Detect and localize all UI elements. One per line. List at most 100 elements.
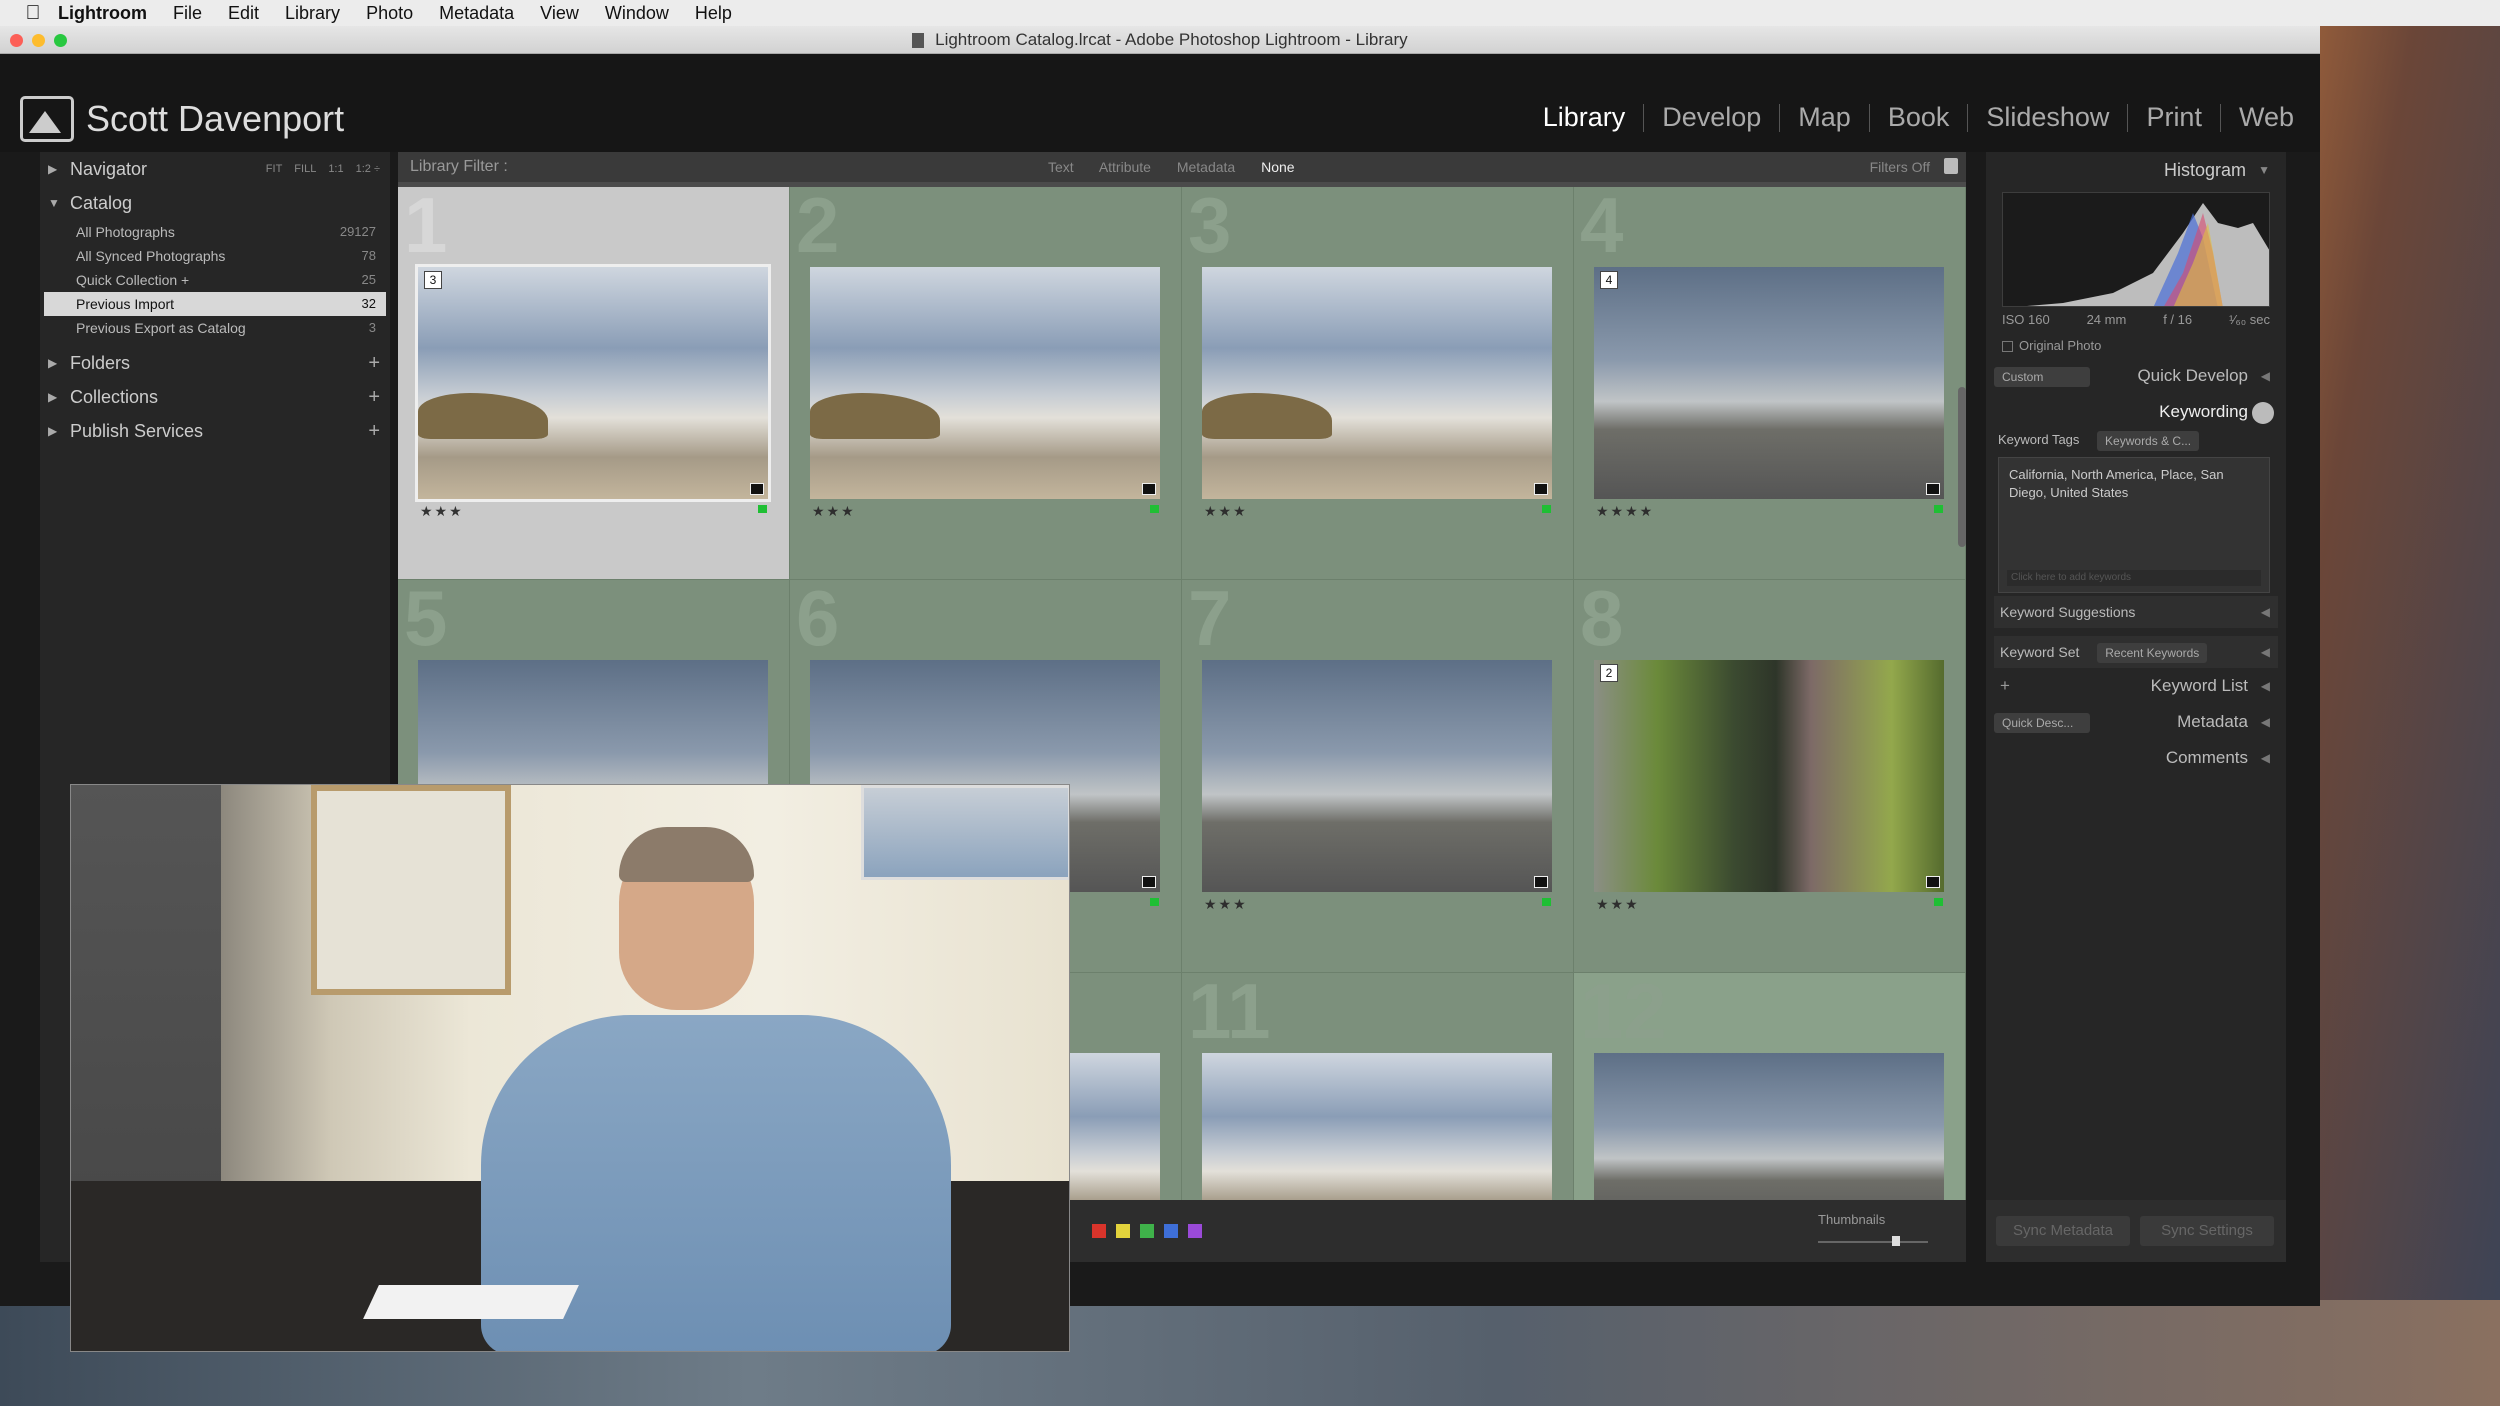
photo-thumbnail[interactable] [1202,660,1552,892]
badge-icon[interactable] [1534,483,1548,495]
navigator-header[interactable]: ▶ Navigator FIT FILL 1:1 1:2 ÷ [40,152,390,186]
slider-track[interactable] [1818,1236,1928,1246]
badge-icon[interactable] [750,483,764,495]
badge-icon[interactable] [1534,876,1548,888]
module-book[interactable]: Book [1870,102,1968,133]
module-map[interactable]: Map [1780,102,1869,133]
sync-settings-button[interactable]: Sync Settings [2140,1216,2274,1246]
badge-icon[interactable] [1142,483,1156,495]
add-publish-service-icon[interactable]: + [368,414,380,448]
menu-view[interactable]: View [540,3,579,24]
zoom-fill[interactable]: FILL [294,163,316,175]
lock-icon[interactable] [1944,158,1958,174]
menu-file[interactable]: File [173,3,202,24]
module-web[interactable]: Web [2221,102,2312,133]
catalog-item-quick-collection[interactable]: Quick Collection + 25 [44,268,386,292]
star-rating[interactable]: ★★★ [1596,896,1640,913]
keyword-tags-dropdown[interactable]: Keywords & C... [2097,430,2200,451]
catalog-item-all-synced[interactable]: All Synced Photographs 78 [44,244,386,268]
label-yellow-button[interactable] [1116,1224,1130,1238]
filters-off-toggle[interactable]: Filters Off [1870,152,1930,182]
zoom-fit[interactable]: FIT [266,163,283,175]
add-folder-icon[interactable]: + [368,346,380,380]
badge-icon[interactable] [1926,876,1940,888]
grid-cell[interactable]: 8 2 ★★★ [1574,580,1966,973]
catalog-item-all-photographs[interactable]: All Photographs 29127 [44,220,386,244]
catalog-item-previous-import[interactable]: Previous Import 32 [44,292,386,316]
label-green-button[interactable] [1140,1224,1154,1238]
label-blue-button[interactable] [1164,1224,1178,1238]
metadata-preset-dropdown[interactable]: Quick Desc... [1994,712,2090,733]
menu-lightroom[interactable]: Lightroom [58,3,147,24]
checkbox-icon[interactable] [2002,341,2013,353]
filter-metadata[interactable]: Metadata [1177,159,1235,175]
original-photo-checkbox[interactable]: Original Photo [2002,338,2101,353]
zoom-1-2[interactable]: 1:2 ÷ [356,163,380,175]
publish-services-header[interactable]: ▶ Publish Services + [40,414,390,448]
grid-cell[interactable]: 12 [1574,973,1966,1235]
star-rating[interactable]: ★★★ [1204,503,1248,520]
menu-edit[interactable]: Edit [228,3,259,24]
filter-attribute[interactable]: Attribute [1099,159,1151,175]
photo-thumbnail[interactable]: 2 [1594,660,1944,892]
grid-cell[interactable]: 4 4 ★★★★ [1574,187,1966,580]
module-library[interactable]: Library [1525,102,1644,133]
apple-icon[interactable]:  [22,2,44,24]
photo-thumbnail[interactable] [810,267,1160,499]
identity-plate[interactable]: Scott Davenport [20,96,344,142]
cell-index: 6 [796,580,840,662]
minimize-button[interactable] [32,34,45,47]
menu-library[interactable]: Library [285,3,340,24]
star-rating[interactable]: ★★★ [812,503,856,520]
expand-triangle-icon: ◀ [2260,369,2270,383]
badge-icon[interactable] [1926,483,1940,495]
module-print[interactable]: Print [2128,102,2220,133]
add-keyword-input[interactable]: Click here to add keywords [2007,570,2261,586]
label-purple-button[interactable] [1188,1224,1202,1238]
photo-thumbnail[interactable]: 3 [415,264,771,502]
add-keyword-icon[interactable]: + [2000,676,2010,695]
keywords-text: California, North America, Place, San Di… [2009,467,2224,500]
zoom-1-1[interactable]: 1:1 [328,163,343,175]
photo-thumbnail[interactable]: 4 [1594,267,1944,499]
collections-header[interactable]: ▶ Collections + [40,380,390,414]
menu-window[interactable]: Window [605,3,669,24]
filter-none[interactable]: None [1261,159,1294,175]
quick-develop-header[interactable]: Custom Quick Develop ◀ [1994,360,2278,392]
menu-help[interactable]: Help [695,3,732,24]
zoom-button[interactable] [54,34,67,47]
menu-photo[interactable]: Photo [366,3,413,24]
grid-cell[interactable]: 2 ★★★ [790,187,1182,580]
add-collection-icon[interactable]: + [368,380,380,414]
slider-thumb[interactable] [1892,1236,1900,1246]
sync-metadata-button[interactable]: Sync Metadata [1996,1216,2130,1246]
saved-preset-dropdown[interactable]: Custom [1994,366,2090,387]
module-develop[interactable]: Develop [1644,102,1779,133]
grid-scrollbar[interactable] [1958,387,1966,547]
catalog-header[interactable]: ▼ Catalog [40,186,390,220]
keyword-list-header[interactable]: + Keyword List ◀ [1994,670,2278,702]
module-slideshow[interactable]: Slideshow [1968,102,2127,133]
catalog-item-previous-export[interactable]: Previous Export as Catalog 3 [44,316,386,340]
photo-thumbnail[interactable] [1202,267,1552,499]
badge-icon[interactable] [1142,876,1156,888]
grid-cell[interactable]: 3 ★★★ [1182,187,1574,580]
filter-text[interactable]: Text [1048,159,1074,175]
close-button[interactable] [10,34,23,47]
star-rating[interactable]: ★★★ [1204,896,1248,913]
label-red-button[interactable] [1092,1224,1106,1238]
histogram-header[interactable]: Histogram ▼ [1986,152,2286,188]
keyword-suggestions-header[interactable]: Keyword Suggestions ◀ [1994,596,2278,628]
keywords-textarea[interactable]: California, North America, Place, San Di… [1998,457,2270,593]
menu-metadata[interactable]: Metadata [439,3,514,24]
star-rating[interactable]: ★★★★ [1596,503,1654,520]
star-rating[interactable]: ★★★ [420,503,464,520]
grid-cell[interactable]: 7 ★★★ [1182,580,1574,973]
folders-header[interactable]: ▶ Folders + [40,346,390,380]
keyword-set-dropdown[interactable]: Recent Keywords [2097,643,2208,664]
grid-cell[interactable]: 1 3 ★★★ [398,187,790,580]
grid-cell[interactable]: 11 [1182,973,1574,1235]
comments-header[interactable]: Comments ◀ [1994,742,2278,774]
metadata-header[interactable]: Quick Desc... Metadata ◀ [1994,706,2278,738]
thumbnail-size-slider[interactable]: Thumbnails [1818,1212,1928,1246]
